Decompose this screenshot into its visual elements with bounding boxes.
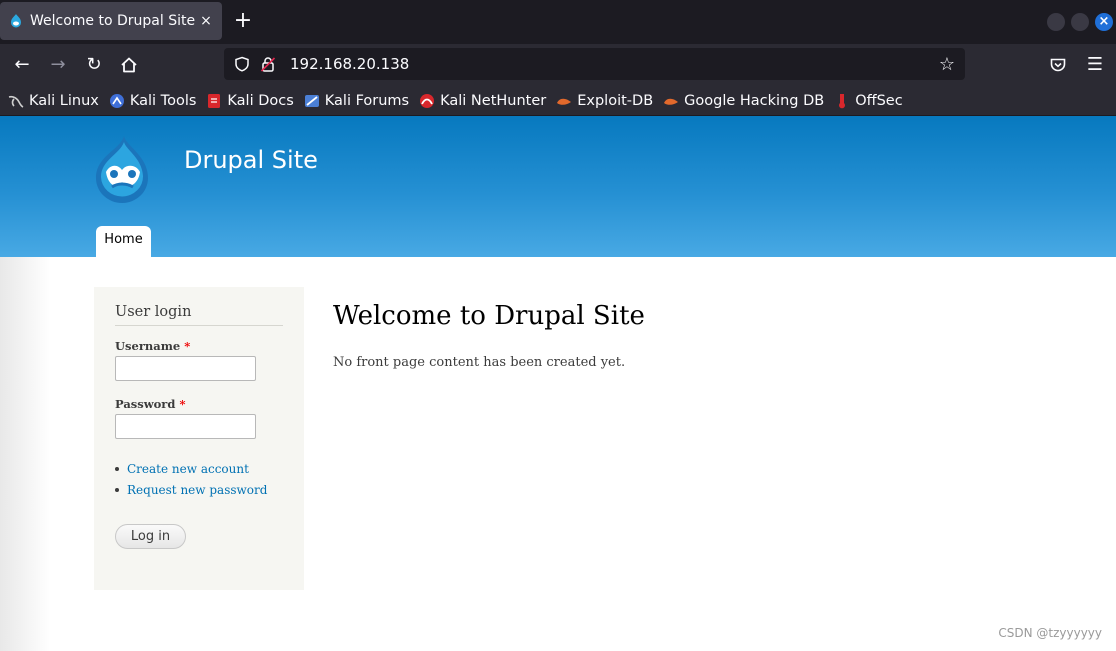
- bookmark-offsec[interactable]: OffSec: [834, 93, 903, 109]
- create-account-link[interactable]: Create new account: [127, 462, 249, 476]
- list-item: Create new account: [115, 458, 267, 479]
- bookmark-kali-nethunter[interactable]: Kali NetHunter: [419, 93, 546, 109]
- bullet: [115, 466, 119, 471]
- bookmark-kali-linux[interactable]: Kali Linux: [8, 93, 99, 109]
- offsec-icon: [839, 93, 846, 108]
- password-input[interactable]: [115, 414, 256, 439]
- bookmark-kali-docs[interactable]: Kali Docs: [206, 93, 294, 109]
- insecure-lock-icon[interactable]: [258, 54, 278, 74]
- password-label: Password *: [115, 397, 186, 411]
- bookmark-kali-tools[interactable]: Kali Tools: [109, 93, 196, 109]
- nav-tab-home[interactable]: Home: [96, 226, 151, 257]
- bookmark-kali-forums[interactable]: Kali Forums: [304, 93, 409, 109]
- bullet: [115, 487, 119, 492]
- address-bar[interactable]: 192.168.20.138 ☆: [224, 48, 965, 80]
- menu-icon[interactable]: ☰: [1082, 53, 1108, 77]
- shield-icon[interactable]: [232, 54, 252, 74]
- bookmark-google-hacking-db[interactable]: Google Hacking DB: [663, 93, 824, 109]
- navigation-toolbar: ← → ↻ 192.168.20.138 ☆ ☰: [0, 44, 1116, 86]
- active-tab[interactable]: Welcome to Drupal Site | D ×: [0, 2, 222, 40]
- username-input[interactable]: [115, 356, 256, 381]
- forward-arrow-icon[interactable]: →: [45, 53, 71, 77]
- log-in-button[interactable]: Log in: [115, 524, 186, 549]
- kali-nethunter-icon: [420, 93, 435, 108]
- block-title: User login: [115, 304, 192, 320]
- site-name[interactable]: Drupal Site: [184, 146, 318, 174]
- tab-title: Welcome to Drupal Site | D: [30, 13, 198, 29]
- login-links: Create new account Request new password: [115, 458, 267, 500]
- web-page: Drupal Site Home User login Username * P…: [0, 116, 1116, 651]
- minimize-window-button[interactable]: [1047, 13, 1065, 31]
- ghdb-icon: [664, 98, 679, 105]
- front-page-message: No front page content has been created y…: [333, 355, 626, 370]
- pocket-icon[interactable]: [1045, 53, 1071, 77]
- close-tab-icon[interactable]: ×: [198, 13, 214, 29]
- maximize-window-button[interactable]: [1071, 13, 1089, 31]
- watermark: CSDN @tzyyyyyy: [998, 626, 1102, 640]
- back-arrow-icon[interactable]: ←: [9, 53, 35, 77]
- site-header: Drupal Site Home: [0, 116, 1116, 257]
- bookmarks-toolbar: Kali Linux Kali Tools Kali Docs Kali For…: [0, 86, 1116, 116]
- page-title: Welcome to Drupal Site: [333, 301, 645, 331]
- list-item: Request new password: [115, 479, 267, 500]
- block-divider: [115, 325, 283, 326]
- request-password-link[interactable]: Request new password: [127, 483, 267, 497]
- new-tab-icon[interactable]: +: [232, 10, 254, 32]
- tab-bar: Welcome to Drupal Site | D × + ×: [0, 0, 1116, 44]
- kali-tools-icon: [109, 93, 124, 108]
- exploit-db-icon: [557, 98, 572, 105]
- close-window-button[interactable]: ×: [1095, 13, 1113, 31]
- home-icon[interactable]: [116, 53, 142, 77]
- bookmark-star-icon[interactable]: ☆: [935, 54, 959, 75]
- username-label: Username *: [115, 339, 191, 353]
- kali-dragon-icon: [8, 95, 24, 108]
- reload-icon[interactable]: ↻: [81, 53, 107, 77]
- kali-forums-icon: [304, 94, 319, 107]
- url-text[interactable]: 192.168.20.138: [290, 55, 935, 73]
- drupal-favicon-icon: [11, 14, 21, 28]
- required-marker: *: [184, 339, 191, 353]
- required-marker: *: [179, 397, 186, 411]
- kali-docs-icon: [208, 93, 221, 108]
- drupal-logo-icon[interactable]: [90, 134, 154, 204]
- user-login-block: User login Username * Password * Create …: [94, 287, 304, 590]
- bookmark-exploit-db[interactable]: Exploit-DB: [556, 93, 653, 109]
